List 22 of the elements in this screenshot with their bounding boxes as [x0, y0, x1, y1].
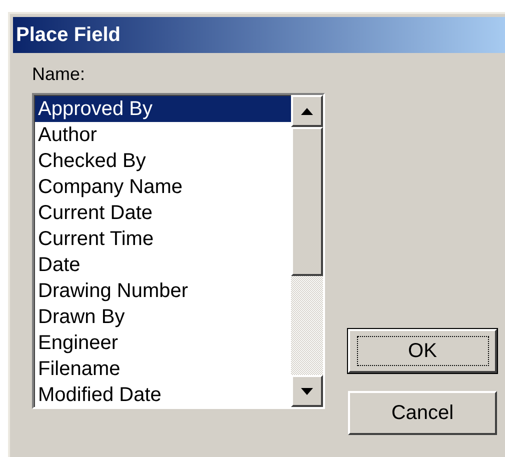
scroll-thumb[interactable] — [291, 127, 323, 276]
window-title: Place Field — [16, 25, 120, 45]
list-item[interactable]: Approved By — [35, 96, 291, 122]
scroll-down-button[interactable] — [291, 375, 323, 407]
list-item[interactable]: Current Date — [35, 200, 291, 226]
list-item[interactable]: Checked By — [35, 148, 291, 174]
name-label: Name: — [32, 63, 86, 85]
list-item[interactable]: Author — [35, 122, 291, 148]
list-item[interactable]: Engineer — [35, 330, 291, 356]
dialog-button[interactable]: Cancel — [348, 391, 497, 435]
list-item[interactable]: Drawn By — [35, 304, 291, 330]
list-item[interactable]: Date — [35, 252, 291, 278]
list-item[interactable]: Company Name — [35, 174, 291, 200]
down-arrow-icon — [301, 388, 313, 394]
list-item[interactable]: Current Time — [35, 226, 291, 252]
dialog-button[interactable]: OK — [348, 329, 497, 373]
scroll-up-button[interactable] — [291, 95, 323, 127]
up-arrow-icon — [301, 108, 313, 114]
list-item[interactable]: Modified Date — [35, 382, 291, 408]
name-list[interactable]: Approved By Author Checked By Company Name Current Date Current Time Date Drawing Number Drawn By Engineer Filename Modified Date — [32, 93, 325, 409]
list-item[interactable]: Filename — [35, 356, 291, 382]
list-item[interactable]: Drawing Number — [35, 278, 291, 304]
